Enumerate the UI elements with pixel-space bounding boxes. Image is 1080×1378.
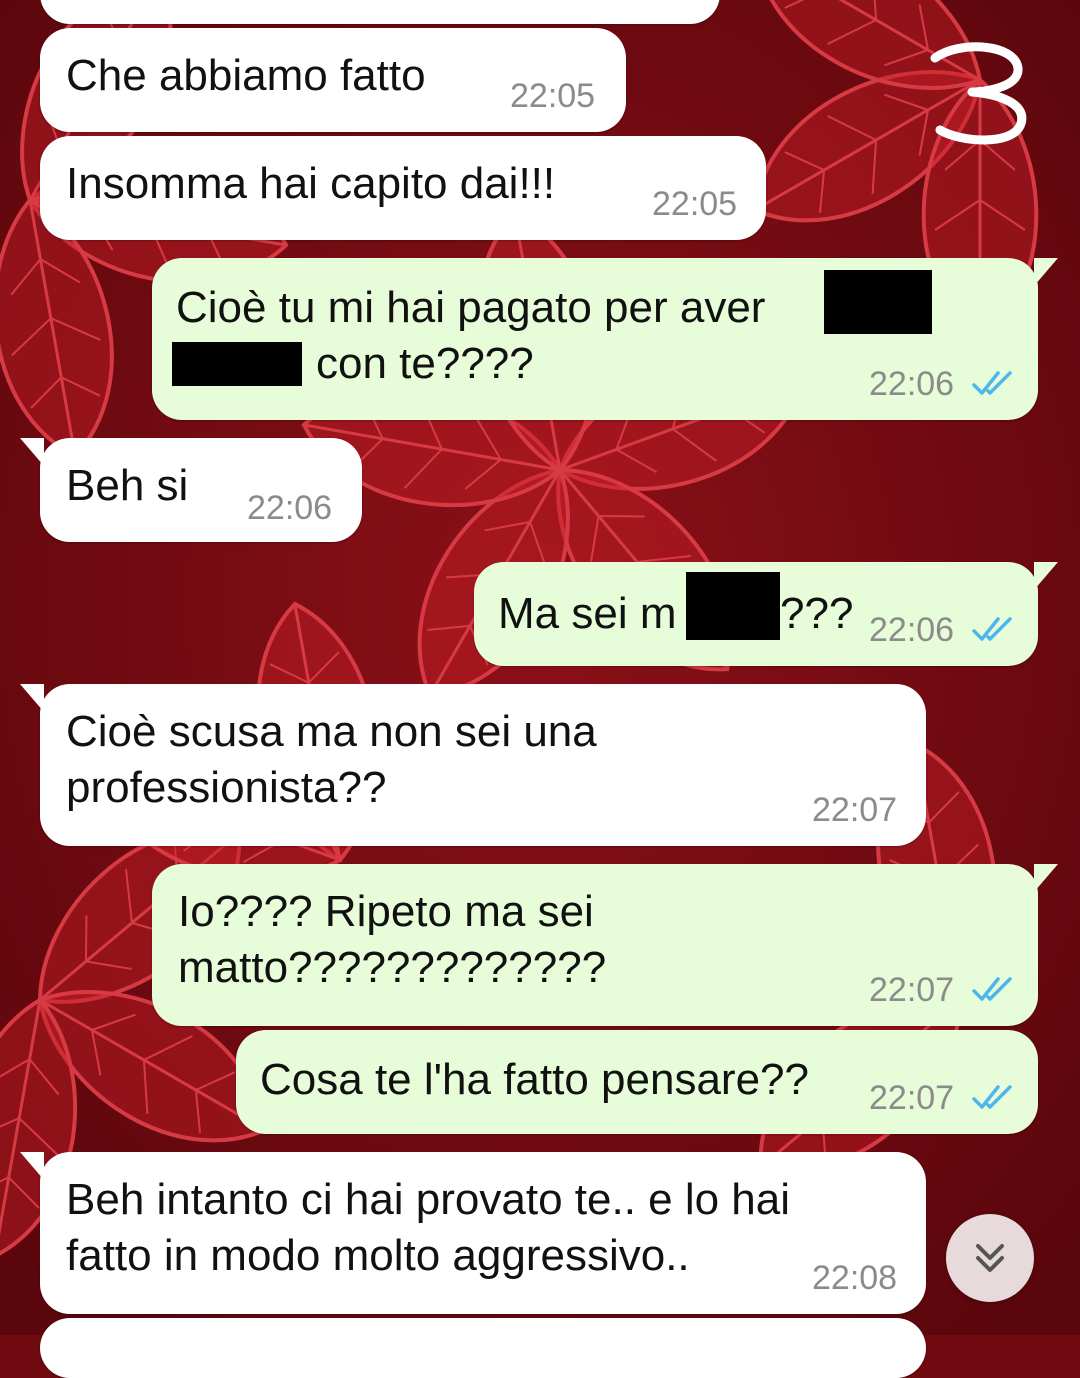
redaction-block [824, 270, 932, 334]
message-time: 22:05 [652, 185, 738, 223]
message-text: Che abbiamo fatto [66, 51, 426, 100]
message-text: Cioè scusa ma non sei una professionista… [66, 707, 597, 812]
message-text: Io???? Ripeto ma sei matto????????????? [178, 887, 607, 992]
redaction-block [686, 572, 780, 640]
partial-message-bubble[interactable] [40, 0, 720, 24]
message-text-line1: Cioè tu mi hai pagato per aver [176, 283, 766, 332]
message-time: 22:07 [869, 971, 955, 1009]
outgoing-message[interactable]: Ma sei m ??? 22:06 [474, 562, 1058, 666]
double-check-read-icon [972, 371, 1012, 395]
message-time: 22:06 [869, 611, 955, 649]
double-check-read-icon [972, 1085, 1012, 1109]
message-text-before-redaction: Ma sei m [498, 589, 677, 638]
redaction-block [172, 342, 302, 386]
outgoing-message[interactable]: Cioè tu mi hai pagato per aver con te???… [152, 258, 1058, 420]
message-time: 22:08 [812, 1259, 898, 1297]
incoming-message[interactable]: Beh intanto ci hai provato te.. e lo hai… [20, 1152, 926, 1314]
chevron-double-down-icon [976, 1244, 1004, 1272]
page-number-annotation [920, 30, 1040, 155]
message-text: Beh intanto ci hai provato te.. e lo hai… [66, 1175, 791, 1280]
message-text-line2: con te???? [316, 339, 534, 388]
message-time: 22:06 [247, 489, 333, 527]
message-time: 22:06 [869, 365, 955, 403]
message-time: 22:07 [869, 1079, 955, 1117]
incoming-message[interactable]: Beh si 22:06 [20, 438, 362, 542]
incoming-message[interactable]: Cioè scusa ma non sei una professionista… [20, 684, 926, 846]
incoming-message[interactable]: Insomma hai capito dai!!! 22:05 [40, 136, 766, 240]
message-text: Beh si [66, 461, 189, 510]
outgoing-message[interactable]: Io???? Ripeto ma sei matto????????????? … [152, 864, 1058, 1026]
message-text-after-redaction: ??? [780, 589, 854, 638]
double-check-read-icon [972, 617, 1012, 641]
message-text: Cosa te l'ha fatto pensare?? [260, 1055, 809, 1104]
incoming-message[interactable]: Che abbiamo fatto 22:05 [40, 28, 626, 132]
message-time: 22:05 [510, 77, 596, 115]
outgoing-message[interactable]: Cosa te l'ha fatto pensare?? 22:07 [236, 1030, 1038, 1134]
double-check-read-icon [972, 977, 1012, 1001]
partial-message-bubble[interactable] [40, 1318, 926, 1378]
scroll-to-bottom-button[interactable] [946, 1214, 1034, 1302]
message-text: Insomma hai capito dai!!! [66, 159, 556, 208]
message-time: 22:07 [812, 791, 898, 829]
